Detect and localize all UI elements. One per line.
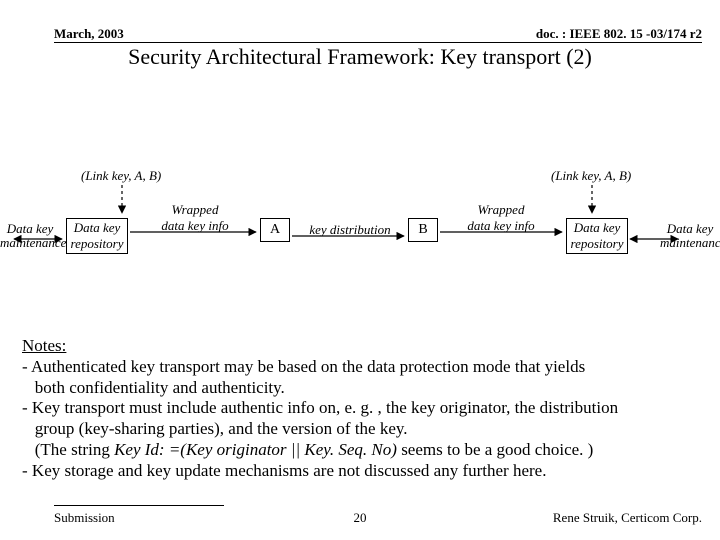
- node-a: A: [260, 218, 290, 242]
- notes-text: seems to be a good choice. ): [397, 440, 593, 459]
- label-key-dist: key distribution: [300, 222, 400, 238]
- notes-line: - Key transport must include authentic i…: [22, 398, 704, 419]
- caption-linkkey-left: (Link key, A, B): [81, 168, 161, 184]
- notes-line: group (key-sharing parties), and the ver…: [22, 419, 704, 440]
- notes-text: (The string: [22, 440, 114, 459]
- notes-body: - Authenticated key transport may be bas…: [22, 357, 704, 481]
- notes-line: both confidentiality and authenticity.: [22, 378, 704, 399]
- notes-heading: Notes:: [22, 336, 66, 356]
- node-repository-right: Data keyrepository: [566, 218, 628, 254]
- notes-keyid-italic: Key Id: =(Key originator || Key. Seq. No…: [114, 440, 397, 459]
- footer-author: Rene Struik, Certicom Corp.: [553, 510, 702, 526]
- notes-line: (The string Key Id: =(Key originator || …: [22, 440, 704, 461]
- node-maintenance-right: Data keymaintenance: [660, 222, 720, 249]
- node-maintenance-left: Data keymaintenance: [0, 222, 60, 249]
- node-repository-left: Data keyrepository: [66, 218, 128, 254]
- notes-line: - Authenticated key transport may be bas…: [22, 357, 704, 378]
- slide-title: Security Architectural Framework: Key tr…: [0, 44, 720, 70]
- header-date: March, 2003: [54, 26, 124, 42]
- notes-line: - Key storage and key update mechanisms …: [22, 461, 704, 482]
- header-rule: [54, 42, 702, 43]
- caption-linkkey-right: (Link key, A, B): [551, 168, 631, 184]
- node-b: B: [408, 218, 438, 242]
- header-docnum: doc. : IEEE 802. 15 -03/174 r2: [536, 26, 702, 42]
- footer-rule: [54, 505, 224, 506]
- label-wrapped-right: Wrappeddata key info: [456, 202, 546, 234]
- label-wrapped-left: Wrappeddata key info: [150, 202, 240, 234]
